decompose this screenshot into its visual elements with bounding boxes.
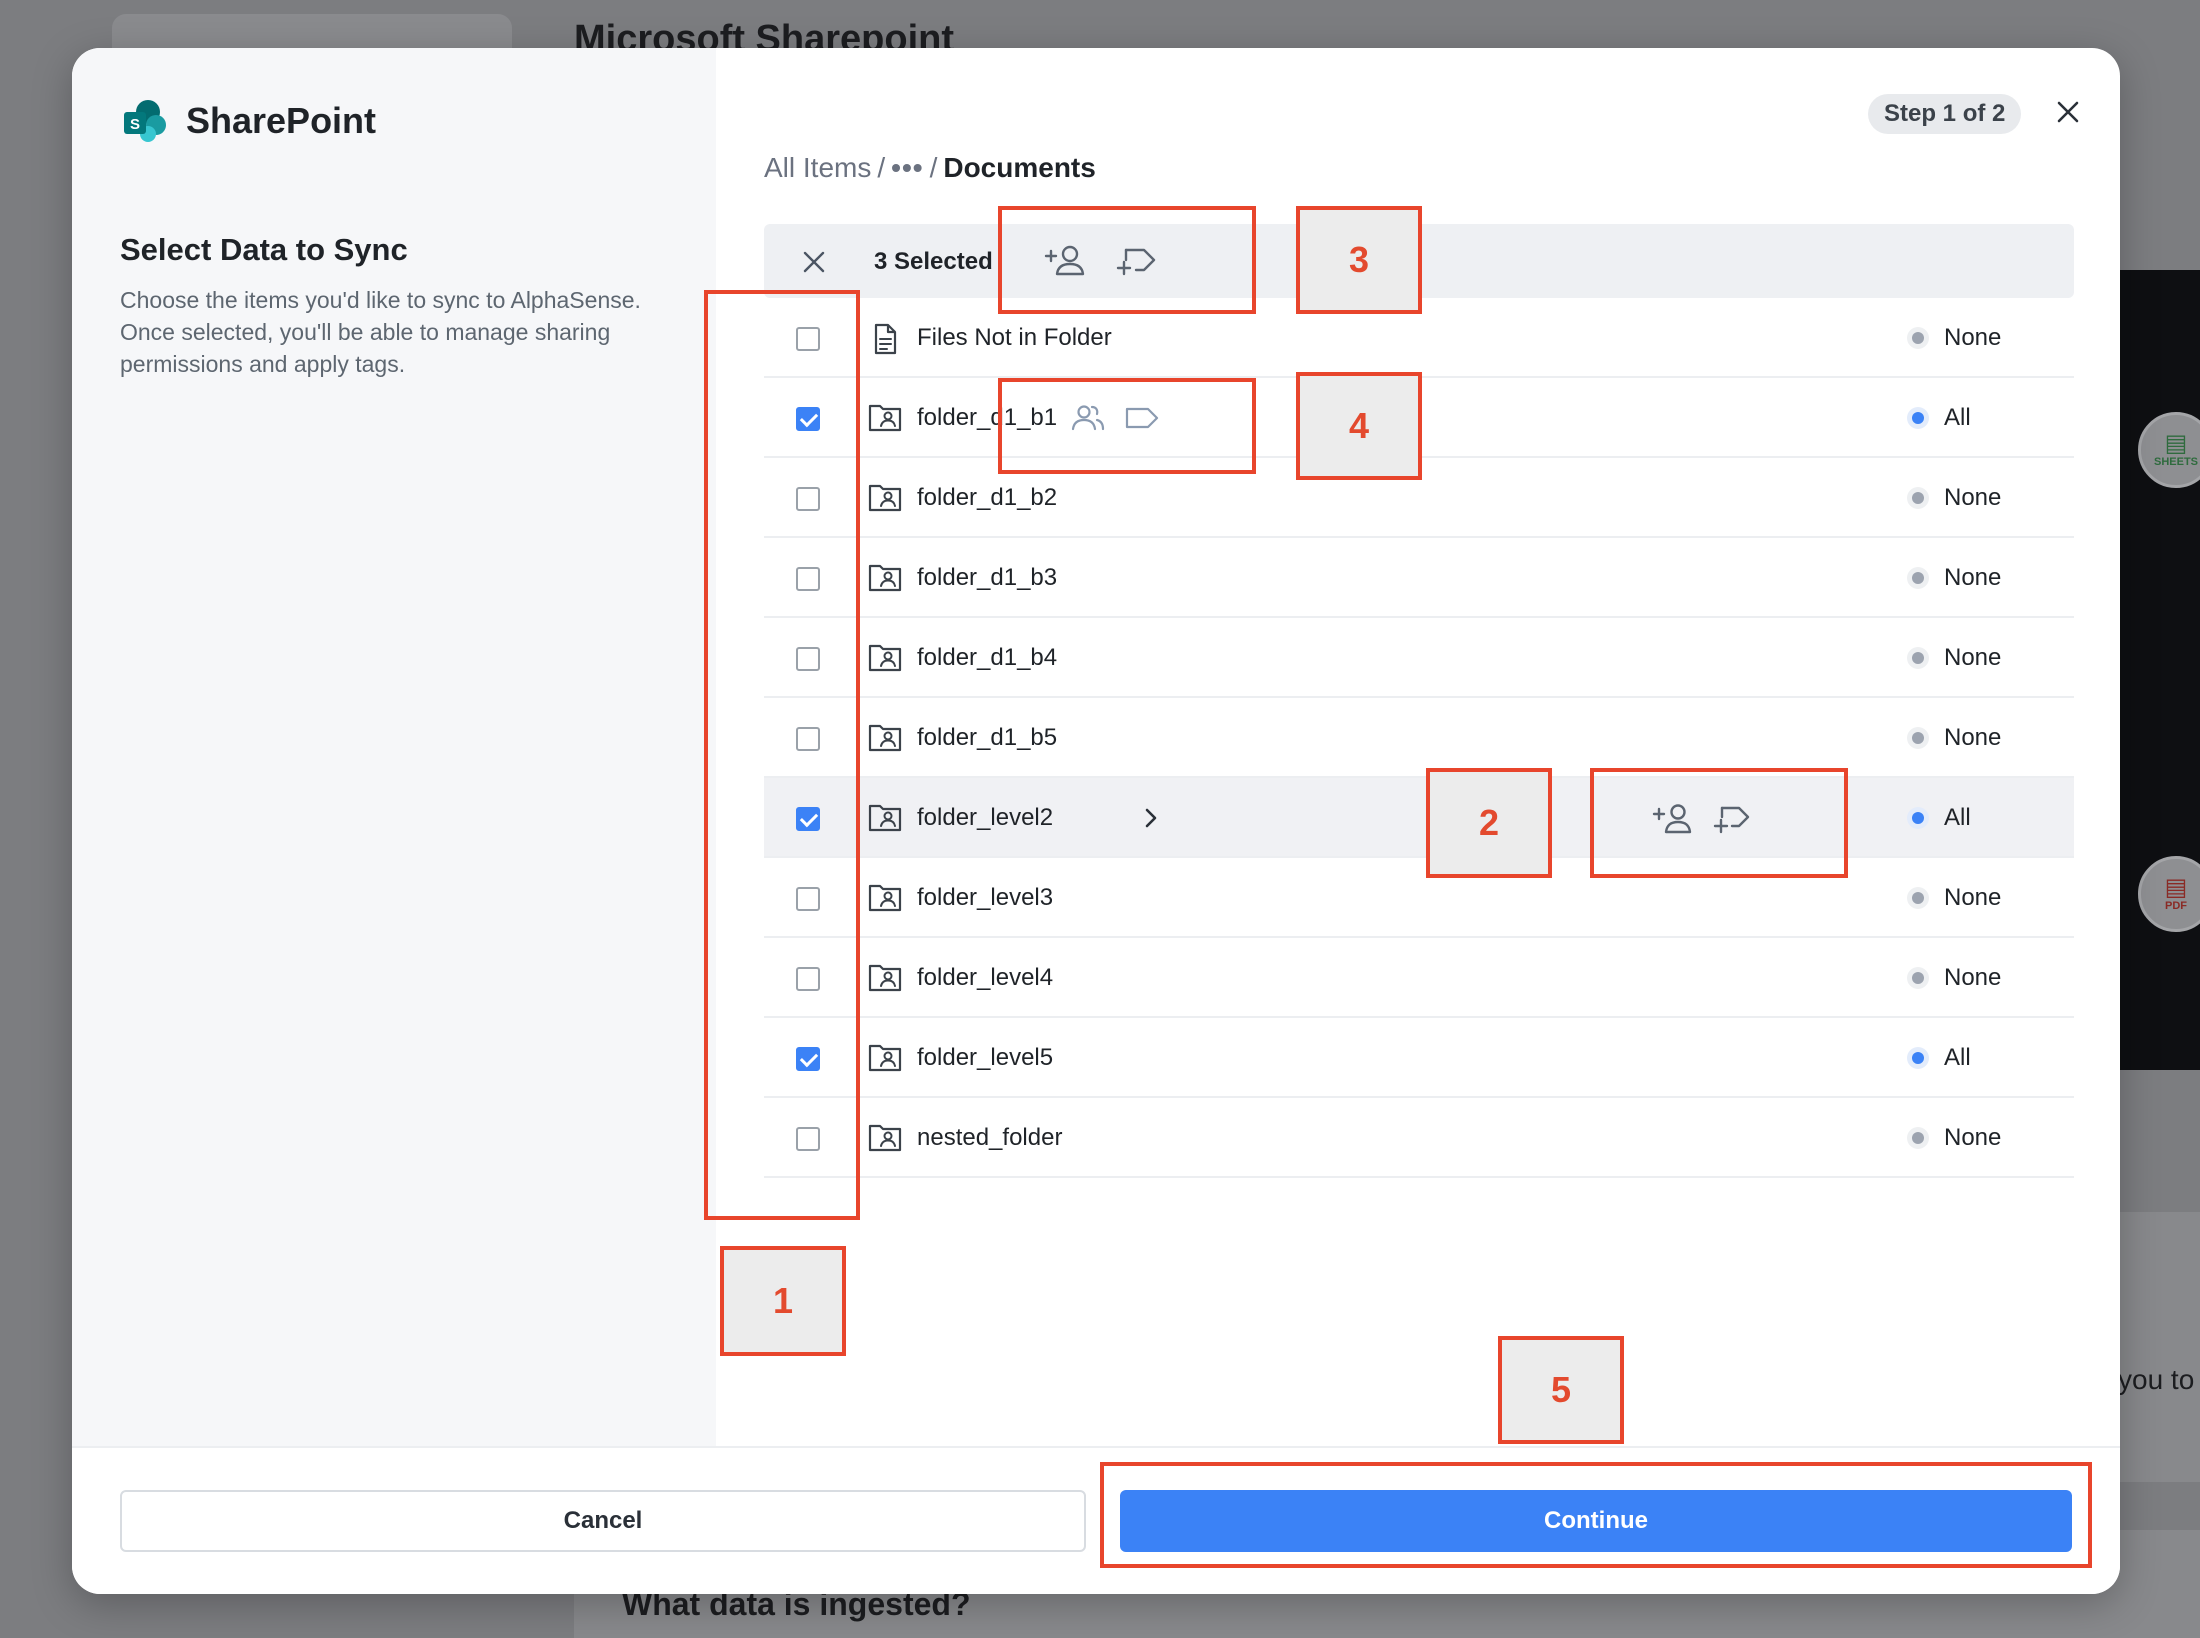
shared-folder-icon: [868, 962, 902, 992]
list-item[interactable]: folder_level5 All: [764, 1018, 2074, 1098]
status-dot-icon: [1912, 492, 1924, 504]
status-label: None: [1944, 644, 2002, 671]
status-label: None: [1944, 964, 2002, 991]
annotation-label-1: 1: [720, 1246, 846, 1356]
annotation-label-2: 2: [1426, 768, 1552, 878]
shared-folder-icon: [868, 882, 902, 912]
status-label: All: [1944, 804, 1971, 831]
annotation-label-3: 3: [1296, 206, 1422, 314]
status-dot-icon: [1912, 972, 1924, 984]
breadcrumb-current: Documents: [943, 152, 1096, 183]
shared-folder-icon: [868, 802, 902, 832]
annotation-box-1: [704, 290, 860, 1220]
annotation-label-5: 5: [1498, 1336, 1624, 1444]
status-dot-icon: [1912, 412, 1924, 424]
status-dot-icon: [1912, 1132, 1924, 1144]
shared-folder-icon: [868, 482, 902, 512]
background-card-lower: [2110, 1212, 2200, 1482]
shared-folder-icon: [868, 642, 902, 672]
shared-folder-icon: [868, 562, 902, 592]
clear-selection-icon[interactable]: [794, 242, 834, 282]
status-label: None: [1944, 724, 2002, 751]
breadcrumb-separator: /: [929, 152, 938, 183]
cancel-button[interactable]: Cancel: [120, 1490, 1086, 1552]
brand: S SharePoint: [122, 98, 376, 144]
status-dot-icon: [1912, 732, 1924, 744]
selected-count: 3 Selected: [874, 248, 993, 275]
sharing-status[interactable]: None: [1912, 724, 2001, 752]
item-name[interactable]: folder_d1_b4: [917, 644, 1057, 672]
annotation-box-5: [1100, 1462, 2092, 1568]
sharing-status[interactable]: None: [1912, 644, 2001, 672]
status-label: All: [1944, 1044, 1971, 1071]
item-name[interactable]: folder_level4: [917, 964, 1053, 992]
list-item[interactable]: folder_level2 All: [764, 778, 2074, 858]
section-description: Choose the items you'd like to sync to A…: [120, 287, 641, 377]
chevron-right-icon[interactable]: [1140, 804, 1162, 832]
item-name[interactable]: folder_level5: [917, 1044, 1053, 1072]
shared-folder-icon: [868, 1122, 902, 1152]
brand-name: SharePoint: [186, 100, 377, 141]
status-label: None: [1944, 564, 2002, 591]
status-dot-icon: [1912, 652, 1924, 664]
breadcrumb-ellipsis[interactable]: •••: [891, 152, 923, 184]
item-name[interactable]: nested_folder: [917, 1124, 1062, 1152]
background-dark-panel: [2110, 270, 2200, 1070]
list-item[interactable]: folder_d1_b4 None: [764, 618, 2074, 698]
section-title: Select Data to Sync: [120, 232, 408, 267]
list-item[interactable]: nested_folder None: [764, 1098, 2074, 1178]
status-label: All: [1944, 404, 1971, 431]
status-dot-icon: [1912, 332, 1924, 344]
status-label: None: [1944, 1124, 2002, 1151]
sheets-icon-label: SHEETS: [2153, 456, 2198, 468]
sharing-status[interactable]: None: [1912, 884, 2001, 912]
item-name[interactable]: folder_level3: [917, 884, 1053, 912]
item-name[interactable]: folder_d1_b5: [917, 724, 1057, 752]
annotation-box-4: [998, 378, 1256, 474]
item-name[interactable]: Files Not in Folder: [917, 324, 1112, 352]
status-dot-icon: [1912, 892, 1924, 904]
sharing-status[interactable]: None: [1912, 964, 2001, 992]
status-dot-icon: [1912, 572, 1924, 584]
annotation-label-4: 4: [1296, 372, 1422, 480]
annotation-box-2: [1590, 768, 1848, 878]
close-icon[interactable]: [2048, 92, 2088, 132]
list-item[interactable]: folder_level4 None: [764, 938, 2074, 1018]
shared-folder-icon: [868, 722, 902, 752]
step-badge: Step 1 of 2: [1868, 94, 2022, 134]
item-name[interactable]: folder_d1_b2: [917, 484, 1057, 512]
sharepoint-logo-icon: S: [122, 98, 168, 144]
modal-left-pane: S SharePoint Select Data to Sync Choose …: [72, 48, 716, 1446]
shared-folder-icon: [868, 1042, 902, 1072]
pdf-icon-label: PDF: [2165, 900, 2187, 912]
document-icon: [868, 322, 902, 355]
sharing-status[interactable]: All: [1912, 804, 1971, 832]
status-dot-icon: [1912, 1052, 1924, 1064]
list-item[interactable]: folder_level3 None: [764, 858, 2074, 938]
list-item[interactable]: folder_d1_b3 None: [764, 538, 2074, 618]
breadcrumb-separator: /: [877, 152, 886, 183]
item-name[interactable]: folder_d1_b3: [917, 564, 1057, 592]
shared-folder-icon: [868, 402, 902, 432]
sharing-status[interactable]: None: [1912, 564, 2001, 592]
list-item[interactable]: folder_d1_b5 None: [764, 698, 2074, 778]
sharing-status[interactable]: None: [1912, 324, 2001, 352]
svg-text:S: S: [130, 116, 140, 133]
status-label: None: [1944, 884, 2002, 911]
breadcrumb: All Items / ••• / Documents: [764, 152, 1096, 184]
sharing-status[interactable]: All: [1912, 404, 1971, 432]
status-dot-icon: [1912, 812, 1924, 824]
status-label: None: [1944, 324, 2002, 351]
item-name[interactable]: folder_level2: [917, 804, 1053, 832]
sharing-status[interactable]: All: [1912, 1044, 1971, 1072]
sharing-status[interactable]: None: [1912, 484, 2001, 512]
status-label: None: [1944, 484, 2002, 511]
annotation-box-3: [998, 206, 1256, 314]
sharing-status[interactable]: None: [1912, 1124, 2001, 1152]
background-side-text: you to: [2118, 1364, 2195, 1395]
breadcrumb-root[interactable]: All Items: [764, 152, 871, 184]
